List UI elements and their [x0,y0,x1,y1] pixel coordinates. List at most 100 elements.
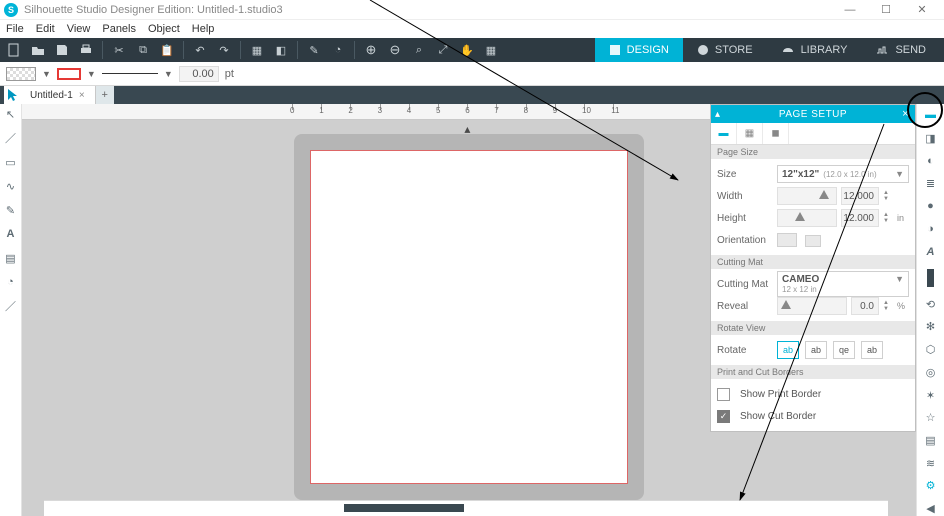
fill-swatch[interactable] [6,67,36,81]
fill-panel-icon[interactable]: ● [922,199,940,214]
panel-collapse-icon[interactable]: ▴ [715,109,721,120]
knife-tool-icon[interactable]: ／ [3,298,19,314]
nav-store[interactable]: STORE [683,38,767,62]
zoom-out-icon[interactable]: ⊖ [385,40,405,60]
rotate-90-button[interactable]: ab [805,341,827,359]
select-tool-icon[interactable] [4,86,20,104]
menu-view[interactable]: View [67,23,91,35]
panel-title-bar[interactable]: ▴ PAGE SETUP × [711,105,915,123]
paste-icon[interactable]: 📋 [157,40,177,60]
height-slider[interactable] [777,209,837,227]
nav-send[interactable]: SEND [861,38,940,62]
nav-design[interactable]: DESIGN [595,38,683,62]
width-slider[interactable] [777,187,837,205]
open-file-icon[interactable] [28,40,48,60]
orientation-portrait-button[interactable] [777,233,797,247]
show-cut-border-checkbox[interactable]: ✓ [717,410,730,423]
freehand-tool-icon[interactable]: ✎ [3,202,19,218]
line-color-swatch[interactable] [57,68,81,80]
line-weight-value[interactable]: 0.00 [179,66,219,82]
line-tool-icon[interactable]: ／ [3,130,19,146]
text-tool-icon[interactable]: A [3,226,19,242]
select-icon[interactable]: ◧ [271,40,291,60]
reveal-slider[interactable] [777,297,847,315]
new-file-icon[interactable] [4,40,24,60]
cutting-mat-dropdown[interactable]: CAMEO 12 x 12 in ▼ [777,271,909,297]
line-color-dropdown-icon[interactable]: ▼ [87,69,96,79]
pixscan-icon[interactable]: ◨ [922,131,940,146]
zoom-fit-icon[interactable]: ⤢ [433,40,453,60]
line-style-dropdown-icon[interactable]: ▼ [164,69,173,79]
menu-file[interactable]: File [6,23,24,35]
copy-icon[interactable]: ⧉ [133,40,153,60]
settings-gear-icon[interactable]: ⚙ [922,479,940,494]
document-tab[interactable]: Untitled-1 × [20,86,96,104]
minimize-button[interactable]: — [832,0,868,20]
rectangle-tool-icon[interactable]: ▭ [3,154,19,170]
reveal-unit-label: % [897,301,909,311]
select-group-icon[interactable]: ▦ [247,40,267,60]
panel-tab-grid[interactable]: ▦ [737,123,763,144]
rotate-0-button[interactable]: ab [777,341,799,359]
grid-icon[interactable]: ▦ [481,40,501,60]
fill-dropdown-icon[interactable]: ▼ [42,69,51,79]
reveal-input[interactable]: 0.0 [851,297,879,315]
toggle-panels-icon[interactable]: ◀ [922,501,940,516]
height-stepper[interactable]: ▲▼ [883,212,893,224]
line-style-sample[interactable] [102,73,158,74]
menu-edit[interactable]: Edit [36,23,55,35]
contrast-icon[interactable]: ◑ [922,222,940,237]
width-stepper[interactable]: ▲▼ [883,190,893,202]
eyedrop-icon[interactable]: ◔ [328,40,348,60]
maximize-button[interactable]: ☐ [868,0,904,20]
scrollbar-thumb[interactable] [344,504,464,512]
page-size-header: Page Size [711,145,915,159]
text-panel-icon[interactable]: A [922,244,940,259]
close-button[interactable]: ✕ [904,0,940,20]
panel-tab-registration[interactable]: ◼ [763,123,789,144]
curve-tool-icon[interactable]: ∿ [3,178,19,194]
cutting-mat-label: Cutting Mat [717,279,773,290]
panel-close-icon[interactable]: × [902,108,909,120]
undo-icon[interactable]: ↶ [190,40,210,60]
menu-panels[interactable]: Panels [102,23,136,35]
layers-icon[interactable]: ≣ [922,176,940,191]
print-icon[interactable] [76,40,96,60]
save-icon[interactable] [52,40,72,60]
cut-icon[interactable]: ✂ [109,40,129,60]
close-tab-icon[interactable]: × [79,90,85,101]
edit-points-icon[interactable]: ↖ [3,106,19,122]
note-tool-icon[interactable]: ▤ [3,250,19,266]
size-dropdown[interactable]: 12"x12" (12.0 x 12.0 in) ▼ [777,165,909,183]
offset-icon[interactable]: ◎ [922,365,940,380]
panel-tab-page[interactable]: ▬ [711,123,737,144]
brush-icon[interactable]: ✎ [304,40,324,60]
panel-title-label: PAGE SETUP [779,109,847,120]
trace-icon[interactable]: ◐ [922,153,940,168]
width-input[interactable]: 12.000 [841,187,879,205]
reveal-stepper[interactable]: ▲▼ [883,300,893,312]
zoom-select-icon[interactable]: ⌕ [409,40,429,60]
transform-icon[interactable]: ⟲ [922,297,940,312]
redo-icon[interactable]: ↷ [214,40,234,60]
nav-library[interactable]: LIBRARY [767,38,862,62]
menu-object[interactable]: Object [148,23,180,35]
modify-icon[interactable]: ⬡ [922,342,940,357]
add-tab-button[interactable]: + [96,86,114,104]
page-setup-icon[interactable]: ▬ [922,108,940,123]
eraser-tool-icon[interactable]: ◔ [3,274,19,290]
orientation-landscape-button[interactable] [805,235,821,247]
rotate-270-button[interactable]: ab [861,341,883,359]
sketch-panel-icon[interactable]: ▤ [922,433,940,448]
show-print-border-checkbox[interactable] [717,388,730,401]
rotate-180-button[interactable]: qe [833,341,855,359]
library-panel-icon[interactable]: ☆ [922,410,940,425]
stipple-icon[interactable]: ✶ [922,388,940,403]
pan-icon[interactable]: ✋ [457,40,477,60]
zoom-in-icon[interactable]: ⊕ [361,40,381,60]
menu-help[interactable]: Help [192,23,215,35]
design-page[interactable] [310,150,628,484]
replicate-icon[interactable]: ✻ [922,320,940,335]
height-input[interactable]: 12.000 [841,209,879,227]
line-panel-icon[interactable]: ≋ [922,456,940,471]
